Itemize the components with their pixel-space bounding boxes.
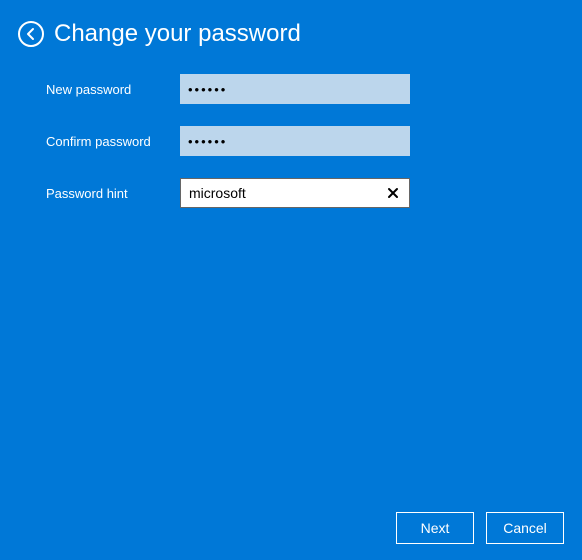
- new-password-input[interactable]: [180, 74, 410, 104]
- confirm-password-input[interactable]: [180, 126, 410, 156]
- password-hint-label: Password hint: [46, 186, 180, 201]
- back-button[interactable]: [18, 21, 44, 47]
- page-title: Change your password: [54, 20, 301, 48]
- arrow-left-icon: [24, 27, 38, 41]
- password-hint-input[interactable]: [180, 178, 410, 208]
- clear-hint-button[interactable]: [380, 178, 406, 208]
- cancel-button[interactable]: Cancel: [486, 512, 564, 544]
- new-password-label: New password: [46, 82, 180, 97]
- next-button[interactable]: Next: [396, 512, 474, 544]
- confirm-password-label: Confirm password: [46, 134, 180, 149]
- close-icon: [387, 187, 399, 199]
